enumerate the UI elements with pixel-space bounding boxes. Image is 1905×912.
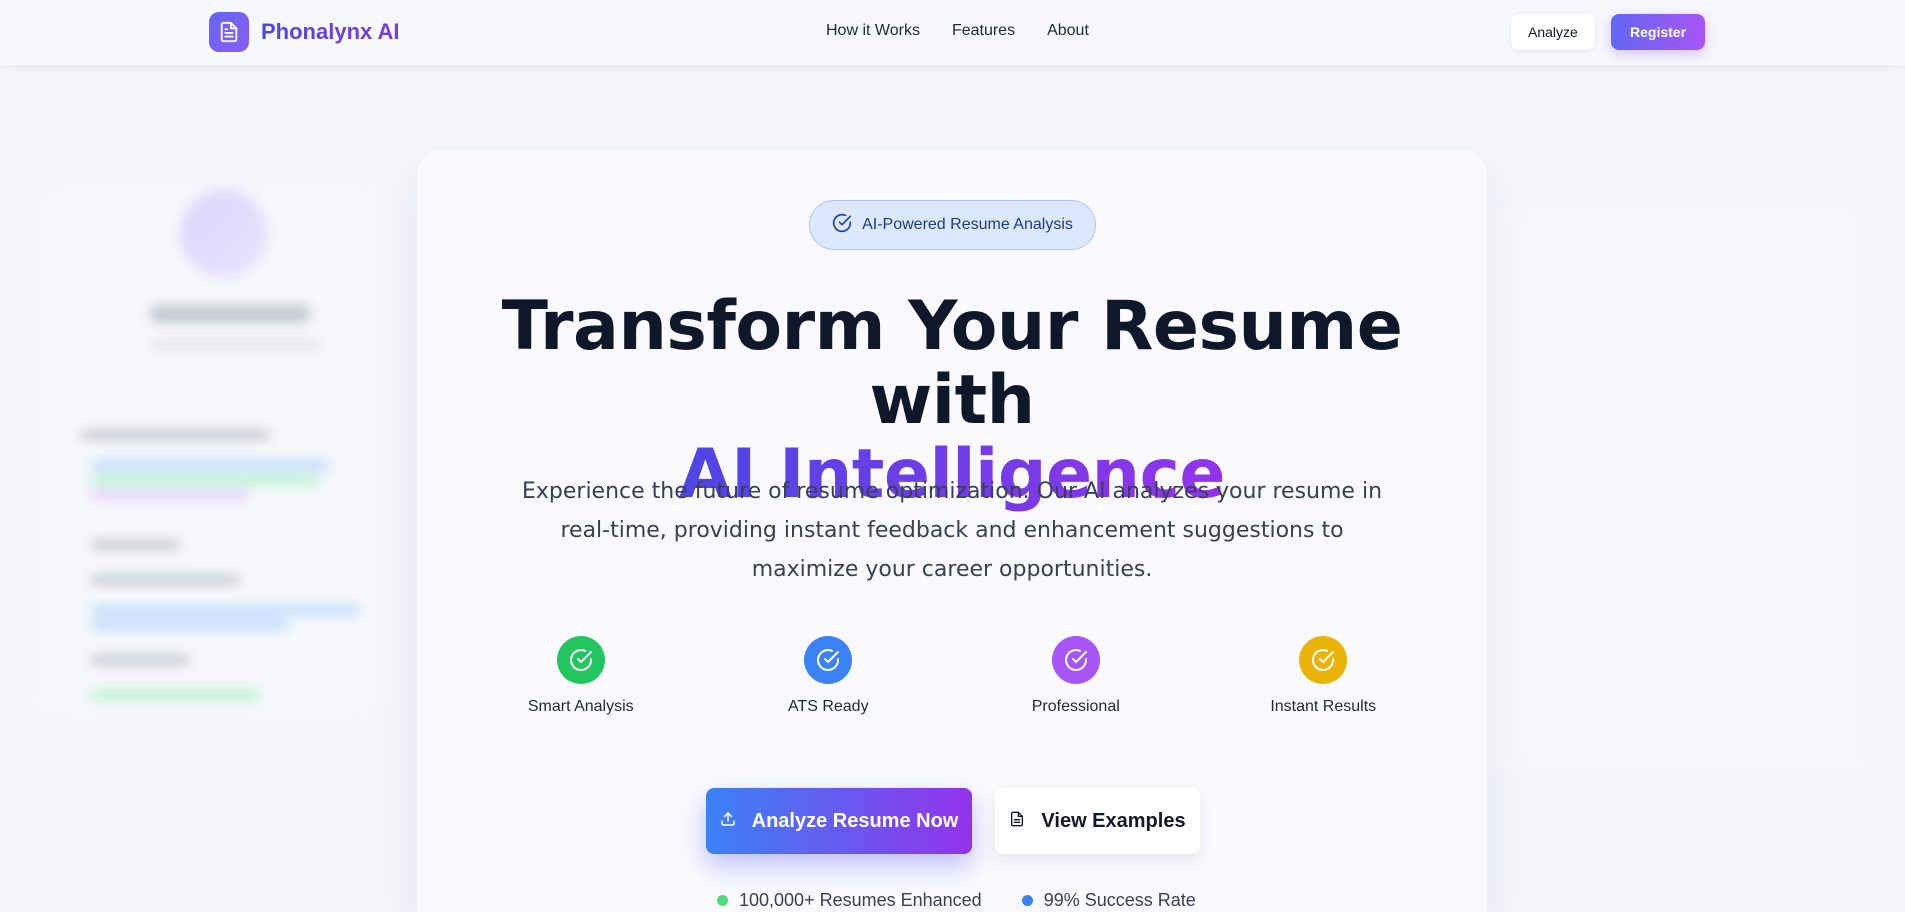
- feature-item: Instant Results: [1200, 626, 1448, 736]
- analyze-resume-button[interactable]: Analyze Resume Now: [706, 788, 972, 854]
- nav-link-features[interactable]: Features: [952, 22, 1015, 40]
- document-icon: [209, 12, 249, 52]
- background-line: [90, 490, 250, 500]
- feature-list: Smart Analysis ATS Ready Professional In…: [457, 626, 1447, 736]
- background-line: [80, 430, 270, 440]
- check-circle-icon: [832, 213, 852, 237]
- feature-label: Instant Results: [1270, 698, 1377, 715]
- view-examples-label: View Examples: [1041, 809, 1186, 832]
- stat-item: 99% Success Rate: [1021, 890, 1196, 911]
- feature-label: ATS Ready: [787, 698, 869, 715]
- background-avatar: [180, 190, 268, 278]
- background-line: [90, 620, 290, 630]
- feature-label: Smart Analysis: [527, 698, 634, 715]
- headline-line-1: Transform Your Resume with: [501, 287, 1403, 440]
- stat-label: 100,000+ Resumes Enhanced: [739, 890, 982, 910]
- nav-link-about[interactable]: About: [1047, 22, 1089, 40]
- background-line: [90, 605, 360, 615]
- background-line: [90, 540, 180, 550]
- check-circle-icon: [1299, 636, 1348, 684]
- register-button[interactable]: Register: [1611, 14, 1706, 50]
- check-circle-icon: [804, 636, 853, 684]
- stat-label: 99% Success Rate: [1043, 890, 1196, 910]
- check-circle-icon: [1051, 636, 1100, 684]
- feature-label: Professional: [1031, 698, 1120, 715]
- document-icon: [1009, 810, 1025, 833]
- view-examples-button[interactable]: View Examples: [995, 788, 1200, 854]
- background-line: [150, 340, 320, 350]
- nav-link-how-it-works[interactable]: How it Works: [826, 22, 920, 40]
- background-line: [150, 305, 310, 323]
- background-line: [90, 690, 260, 700]
- analyze-resume-label: Analyze Resume Now: [751, 809, 959, 832]
- background-line: [90, 460, 330, 470]
- stat-item: 100,000+ Resumes Enhanced: [717, 890, 982, 911]
- badge-label: AI-Powered Resume Analysis: [862, 216, 1073, 233]
- brand-name: Phonalynx AI: [261, 19, 400, 44]
- background-line: [90, 575, 240, 585]
- top-navbar: Phonalynx AI How it Works Features About…: [0, 0, 1905, 65]
- background-line: [90, 655, 190, 665]
- hero-card: AI-Powered Resume Analysis Transform You…: [417, 150, 1487, 912]
- ai-badge: AI-Powered Resume Analysis: [809, 200, 1096, 250]
- status-dot: [1021, 895, 1033, 906]
- check-circle-icon: [556, 636, 605, 684]
- hero-subtext: Experience the future of resume optimiza…: [521, 479, 1383, 582]
- feature-item: ATS Ready: [705, 626, 953, 736]
- upload-icon: [720, 810, 736, 833]
- background-line: [90, 475, 320, 485]
- analyze-button[interactable]: Analyze: [1511, 14, 1595, 50]
- feature-item: Smart Analysis: [457, 626, 705, 736]
- status-dot: [717, 895, 728, 906]
- brand[interactable]: Phonalynx AI: [209, 12, 400, 52]
- feature-item: Professional: [952, 626, 1200, 736]
- background-profile-card: [40, 190, 380, 710]
- nav-links: How it Works Features About: [826, 22, 1089, 40]
- stats-row: 100,000+ Resumes Enhanced 99% Success Ra…: [717, 890, 1196, 911]
